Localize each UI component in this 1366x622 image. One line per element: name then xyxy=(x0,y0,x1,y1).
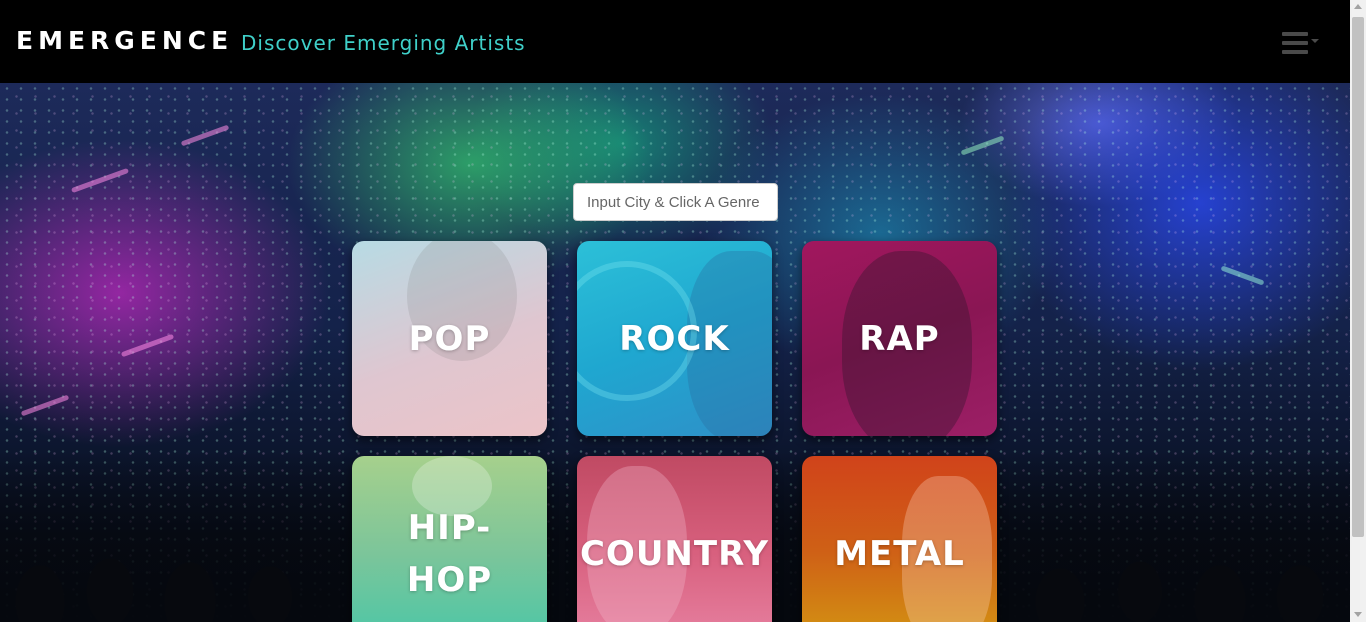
genre-label-rap: RAP xyxy=(859,318,940,359)
scrollbar-thumb[interactable] xyxy=(1352,17,1364,537)
genre-card-metal[interactable]: METAL xyxy=(802,456,997,622)
top-navbar: EMERGENCE Discover Emerging Artists xyxy=(0,0,1350,83)
genre-label-rock: ROCK xyxy=(619,318,730,359)
scroll-up-arrow-icon[interactable] xyxy=(1354,4,1362,9)
genre-label-pop: POP xyxy=(408,318,491,359)
genre-card-country[interactable]: COUNTRY xyxy=(577,456,772,622)
hamburger-menu-icon[interactable] xyxy=(1278,30,1322,56)
city-search-input[interactable] xyxy=(573,183,778,221)
genre-label-country: COUNTRY xyxy=(579,533,770,574)
brand-tagline: Discover Emerging Artists xyxy=(241,31,526,55)
genre-label-metal: METAL xyxy=(834,533,965,574)
genre-card-pop[interactable]: POP xyxy=(352,241,547,436)
scroll-down-arrow-icon[interactable] xyxy=(1354,612,1362,617)
genre-card-rap[interactable]: RAP xyxy=(802,241,997,436)
genre-card-hiphop[interactable]: HIP- HOP xyxy=(352,456,547,622)
genre-card-rock[interactable]: ROCK xyxy=(577,241,772,436)
brand-logo[interactable]: EMERGENCE xyxy=(16,26,233,55)
genre-label-hiphop: HIP- HOP xyxy=(406,507,493,600)
